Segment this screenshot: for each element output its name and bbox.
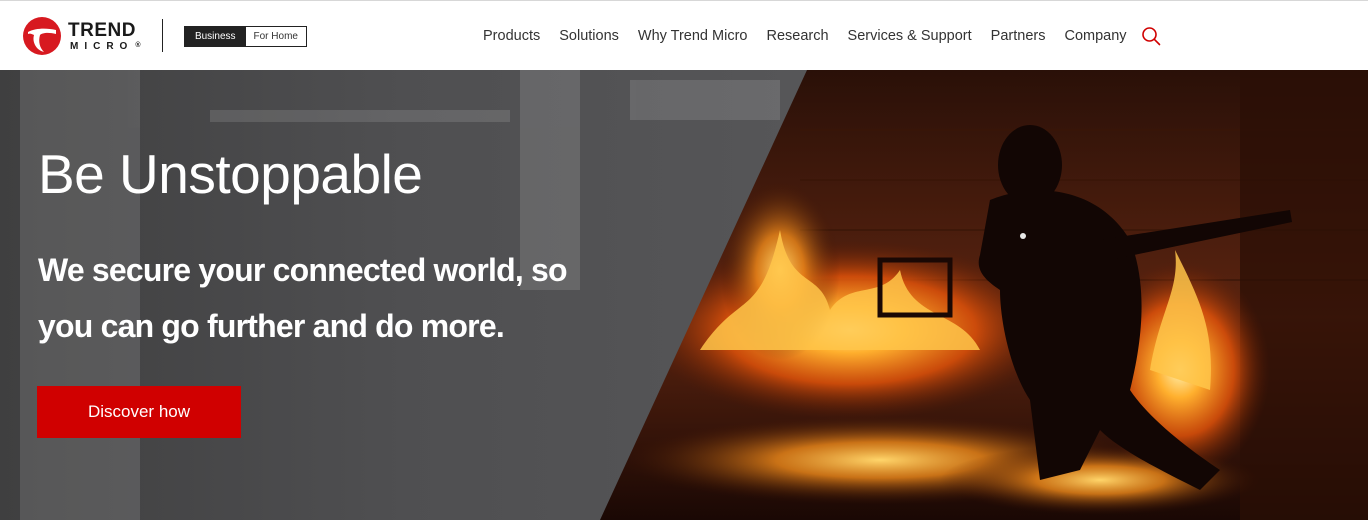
for-home-toggle[interactable]: For Home [245, 27, 306, 46]
nav-research[interactable]: Research [766, 28, 828, 44]
audience-switch: Business For Home [184, 26, 307, 47]
nav-products[interactable]: Products [483, 28, 540, 44]
trend-micro-logo[interactable]: TREND MICRO ® [22, 15, 142, 57]
trend-micro-logo-icon [23, 17, 61, 55]
logo-word-micro-text: MICRO [70, 40, 134, 52]
business-toggle[interactable]: Business [185, 27, 246, 46]
nav-solutions[interactable]: Solutions [559, 28, 619, 44]
logo-word-trend: TREND [68, 19, 136, 41]
main-nav: Products Solutions Why Trend Micro Resea… [483, 1, 1161, 71]
discover-how-button[interactable]: Discover how [37, 386, 241, 438]
search-icon[interactable] [1141, 26, 1161, 46]
nav-partners[interactable]: Partners [991, 28, 1046, 44]
nav-why-trend-micro[interactable]: Why Trend Micro [638, 28, 748, 44]
hero-title: Be Unstoppable [38, 143, 423, 205]
hero-banner: Be Unstoppable We secure your connected … [0, 70, 1368, 520]
site-header: TREND MICRO ® Business For Home Products … [0, 0, 1368, 70]
nav-company[interactable]: Company [1064, 28, 1126, 44]
trademark-symbol: ® [135, 41, 147, 49]
hero-subtitle: We secure your connected world, so you c… [38, 252, 568, 344]
logo-wordmark: TREND MICRO ® [68, 21, 147, 52]
header-divider [162, 19, 163, 52]
logo-word-micro: MICRO ® [70, 40, 147, 52]
nav-services-support[interactable]: Services & Support [848, 28, 972, 44]
